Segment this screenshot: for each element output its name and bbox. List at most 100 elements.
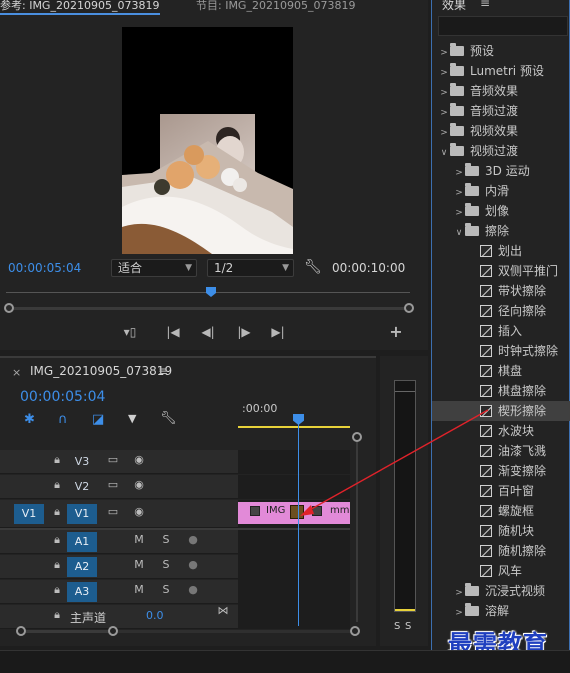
lock-icon[interactable]: 🔒︎ bbox=[50, 502, 64, 522]
effects-folder[interactable]: >3D 运动 bbox=[432, 161, 570, 181]
timeline-timecode[interactable]: 00:00:05:04 bbox=[20, 389, 105, 405]
program-zoom-scrollbar[interactable] bbox=[14, 307, 406, 310]
effects-folder[interactable]: > 划像 bbox=[432, 201, 570, 221]
zoom-handle-right[interactable] bbox=[404, 303, 414, 313]
chevron-right-icon[interactable]: > bbox=[453, 603, 465, 621]
track-area-v3[interactable] bbox=[238, 450, 350, 474]
settings-wrench-icon[interactable]: 🔧︎ bbox=[160, 411, 177, 426]
sequence-menu-icon[interactable]: ≡ bbox=[158, 364, 168, 378]
wrench-icon[interactable]: 🔧︎ bbox=[304, 259, 322, 275]
microphone-icon[interactable]: ● bbox=[186, 555, 200, 575]
chevron-right-icon[interactable]: > bbox=[438, 63, 450, 81]
lock-icon[interactable]: 🔒︎ bbox=[50, 555, 64, 575]
microphone-icon[interactable]: ● bbox=[186, 580, 200, 600]
add-button-icon[interactable]: + bbox=[386, 323, 406, 341]
mute-button[interactable]: M bbox=[132, 530, 146, 550]
close-icon[interactable]: × bbox=[12, 366, 21, 379]
effects-folder[interactable]: > Lumetri 预设 bbox=[432, 61, 570, 81]
lock-icon[interactable]: 🔒︎ bbox=[50, 605, 64, 625]
solo-left-button[interactable]: S bbox=[394, 621, 400, 632]
chevron-right-icon[interactable]: > bbox=[453, 183, 465, 201]
effect-item[interactable]: 随机块 bbox=[432, 521, 570, 541]
work-area-bar[interactable] bbox=[238, 426, 350, 428]
chevron-right-icon[interactable]: > bbox=[438, 83, 450, 101]
chevron-down-icon[interactable]: ∨ bbox=[438, 143, 450, 161]
timeline-zoom-scrollbar[interactable] bbox=[26, 630, 110, 633]
solo-right-button[interactable]: S bbox=[405, 621, 411, 632]
tab-source-monitor[interactable]: 参考: IMG_20210905_073819 ≡ bbox=[0, 0, 162, 14]
effects-folder[interactable]: > 视频效果 bbox=[432, 121, 570, 141]
effect-item[interactable]: 径向擦除 bbox=[432, 301, 570, 321]
effects-folder[interactable]: > 溶解 bbox=[432, 601, 570, 621]
eye-icon[interactable]: ◉ bbox=[132, 502, 146, 522]
timeline-zoom-handle-left[interactable] bbox=[16, 626, 26, 636]
effects-menu-icon[interactable]: ≡ bbox=[480, 0, 490, 10]
effects-folder[interactable]: > 内滑 bbox=[432, 181, 570, 201]
effect-item[interactable]: 插入 bbox=[432, 321, 570, 341]
chevron-right-icon[interactable]: > bbox=[438, 123, 450, 141]
effect-item[interactable]: 楔形擦除 bbox=[432, 401, 570, 421]
effect-item[interactable]: 棋盘擦除 bbox=[432, 381, 570, 401]
toggle-sync-icon[interactable]: ▭ bbox=[106, 502, 120, 522]
solo-button[interactable]: S bbox=[159, 580, 173, 600]
effect-item[interactable]: 时钟式擦除 bbox=[432, 341, 570, 361]
fit-select[interactable]: 适合 ▼ bbox=[111, 259, 197, 277]
effects-folder[interactable]: ∨ 擦除 bbox=[432, 221, 570, 241]
chevron-right-icon[interactable]: > bbox=[438, 103, 450, 121]
program-playhead[interactable] bbox=[206, 287, 216, 297]
effect-item[interactable]: 双侧平推门 bbox=[432, 261, 570, 281]
step-back-icon[interactable]: ◀| bbox=[198, 323, 218, 341]
nest-sequence-icon[interactable]: ✱ bbox=[24, 412, 35, 427]
linked-selection-icon[interactable]: ◪ bbox=[92, 412, 104, 427]
zoom-handle-left[interactable] bbox=[4, 303, 14, 313]
effects-folder[interactable]: > 音频过渡 bbox=[432, 101, 570, 121]
eye-icon[interactable]: ◉ bbox=[132, 450, 146, 470]
chevron-right-icon[interactable]: > bbox=[453, 203, 465, 221]
timeline-scroll-track[interactable] bbox=[118, 630, 350, 633]
effects-folder[interactable]: > 沉浸式视频 bbox=[432, 581, 570, 601]
fit-width-icon[interactable]: ⋈ bbox=[216, 601, 230, 621]
solo-button[interactable]: S bbox=[159, 555, 173, 575]
effect-item[interactable]: 渐变擦除 bbox=[432, 461, 570, 481]
snap-magnet-icon[interactable]: ∩ bbox=[58, 412, 68, 427]
transition-marker[interactable] bbox=[290, 505, 304, 519]
effect-item[interactable]: 螺旋框 bbox=[432, 501, 570, 521]
lock-icon[interactable]: 🔒︎ bbox=[50, 580, 64, 600]
effect-item[interactable]: 带状擦除 bbox=[432, 281, 570, 301]
go-to-in-icon[interactable]: |◀ bbox=[163, 323, 183, 341]
chevron-right-icon[interactable]: > bbox=[453, 583, 465, 601]
effect-item[interactable]: 油漆飞溅 bbox=[432, 441, 570, 461]
chevron-down-icon[interactable]: ∨ bbox=[453, 223, 465, 241]
effects-folder[interactable]: ∨ 视频过渡 bbox=[432, 141, 570, 161]
track-label-v2[interactable]: V2 bbox=[67, 477, 97, 497]
solo-button[interactable]: S bbox=[159, 530, 173, 550]
effect-item[interactable]: 棋盘 bbox=[432, 361, 570, 381]
mute-button[interactable]: M bbox=[132, 555, 146, 575]
lock-icon[interactable]: 🔒︎ bbox=[50, 530, 64, 550]
audio-track-area[interactable] bbox=[238, 530, 350, 629]
lock-icon[interactable]: 🔒︎ bbox=[50, 450, 64, 470]
track-label-v1[interactable]: V1 bbox=[67, 504, 97, 524]
lock-icon[interactable]: 🔒︎ bbox=[50, 475, 64, 495]
step-forward-icon[interactable]: |▶ bbox=[234, 323, 254, 341]
toggle-sync-icon[interactable]: ▭ bbox=[106, 475, 120, 495]
vertical-scrollbar[interactable] bbox=[356, 442, 358, 622]
track-label-a3[interactable]: A3 bbox=[67, 582, 97, 602]
effects-folder[interactable]: > 音频效果 bbox=[432, 81, 570, 101]
tab-program-monitor[interactable]: 节目: IMG_20210905_073819 bbox=[196, 0, 376, 14]
effects-search-input[interactable] bbox=[438, 16, 568, 36]
source-patch-v1[interactable]: V1 bbox=[14, 504, 44, 524]
effect-item[interactable]: 随机擦除 bbox=[432, 541, 570, 561]
vertical-zoom-handle[interactable] bbox=[352, 432, 362, 442]
resolution-select[interactable]: 1/2 ▼ bbox=[207, 259, 294, 277]
current-timecode[interactable]: 00:00:05:04 bbox=[8, 261, 81, 275]
sequence-tab-label[interactable]: IMG_20210905_073819 bbox=[30, 364, 172, 378]
microphone-icon[interactable]: ● bbox=[186, 530, 200, 550]
effect-item[interactable]: 百叶窗 bbox=[432, 481, 570, 501]
effect-item[interactable]: 水波块 bbox=[432, 421, 570, 441]
master-volume-value[interactable]: 0.0 bbox=[146, 609, 164, 622]
go-to-out-icon[interactable]: ▶| bbox=[268, 323, 288, 341]
effect-item[interactable]: 划出 bbox=[432, 241, 570, 261]
chevron-right-icon[interactable]: > bbox=[453, 163, 465, 181]
track-label-v3[interactable]: V3 bbox=[67, 452, 97, 472]
